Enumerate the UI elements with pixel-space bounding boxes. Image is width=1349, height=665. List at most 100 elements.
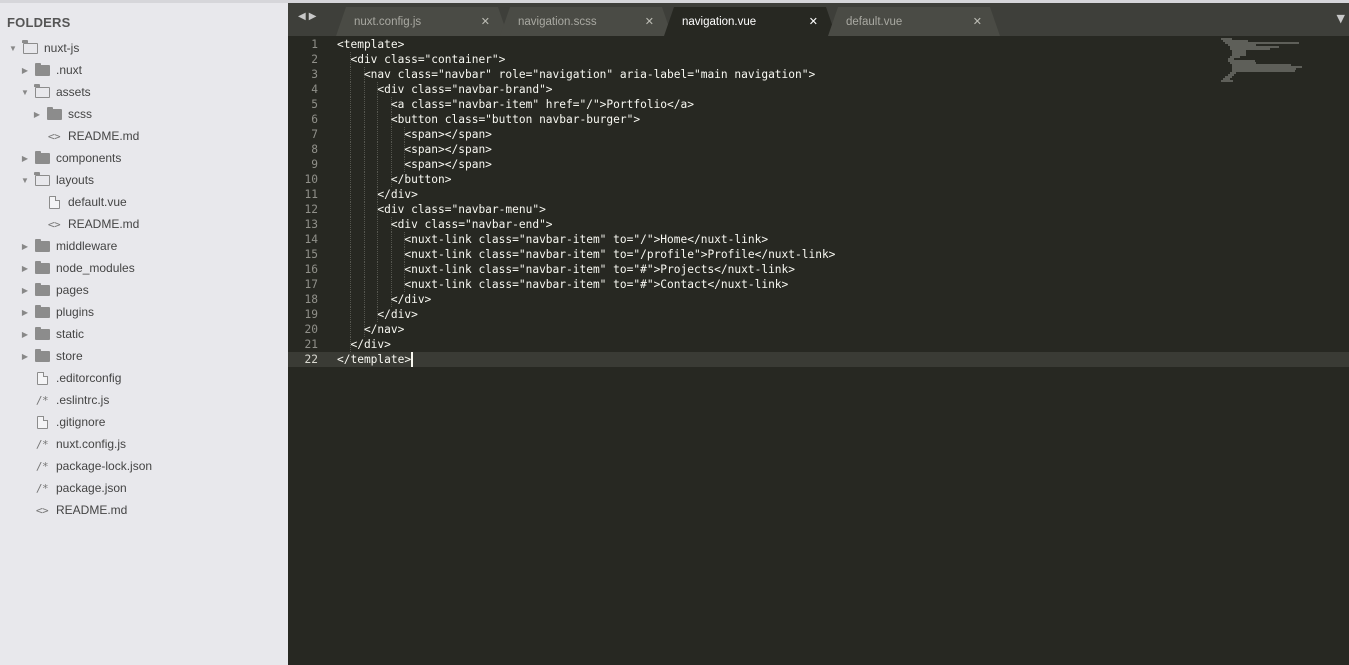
tab-navigation-scss[interactable]: navigation.scss ✕ (500, 7, 672, 36)
chevron-right-icon[interactable]: ▶ (20, 351, 30, 361)
tree-item-label: layouts (56, 173, 95, 187)
code-line[interactable]: 18 </div> (288, 292, 1218, 307)
tree-item[interactable]: ▶ node_modules (0, 257, 288, 279)
file-icon (34, 371, 50, 385)
tab-nav-arrows[interactable]: ◀▶ (298, 11, 319, 22)
code-line[interactable]: 9 <span></span> (288, 157, 1218, 172)
chevron-down-icon[interactable]: ▼ (20, 87, 30, 97)
code-text: <nuxt-link class="navbar-item" to="/prof… (337, 248, 836, 261)
code-line[interactable]: 13 <div class="navbar-end"> (288, 217, 1218, 232)
chevron-down-icon[interactable]: ▼ (8, 43, 18, 53)
line-number: 4 (311, 83, 318, 96)
code-line[interactable]: 12 <div class="navbar-menu"> (288, 202, 1218, 217)
code-text: <nuxt-link class="navbar-item" to="/">Ho… (337, 233, 769, 246)
tree-item[interactable]: ▼ nuxt-js (0, 37, 288, 59)
tab-nuxt-config-js[interactable]: nuxt.config.js ✕ (336, 7, 508, 36)
tree-item[interactable]: ▶ .nuxt (0, 59, 288, 81)
tab-dropdown-icon[interactable]: ▼ (1337, 12, 1345, 25)
code-line[interactable]: 3 <nav class="navbar" role="navigation" … (288, 67, 1218, 82)
chevron-right-icon[interactable]: ▶ (32, 109, 42, 119)
folder-icon (34, 260, 50, 275)
line-number: 17 (304, 278, 318, 291)
tree-item[interactable]: ▶ pages (0, 279, 288, 301)
code-line[interactable]: 21 </div> (288, 337, 1218, 352)
code-line[interactable]: 15 <nuxt-link class="navbar-item" to="/p… (288, 247, 1218, 262)
code-line[interactable]: 14 <nuxt-link class="navbar-item" to="/"… (288, 232, 1218, 247)
tab-navigation-vue[interactable]: navigation.vue ✕ (664, 7, 836, 36)
code-text: <nuxt-link class="navbar-item" to="#">Co… (337, 278, 789, 291)
tree-item-label: .editorconfig (56, 371, 122, 385)
tree-item[interactable]: ▶ scss (0, 103, 288, 125)
line-number: 12 (304, 203, 318, 216)
close-icon[interactable]: ✕ (973, 15, 982, 28)
chevron-down-icon[interactable]: ▼ (20, 175, 30, 185)
chevron-right-icon[interactable]: ▶ (20, 241, 30, 251)
tree-item[interactable]: .gitignore (0, 411, 288, 433)
tree-item[interactable]: ▼ assets (0, 81, 288, 103)
folder-icon (34, 150, 50, 165)
tree-item[interactable]: ▶ middleware (0, 235, 288, 257)
chevron-right-icon[interactable]: ▶ (20, 263, 30, 273)
close-icon[interactable]: ✕ (809, 15, 818, 28)
chevron-right-icon[interactable]: ▶ (20, 65, 30, 75)
code-line[interactable]: 20 </nav> (288, 322, 1218, 337)
tree-item[interactable]: /* nuxt.config.js (0, 433, 288, 455)
line-number: 11 (304, 188, 318, 201)
code-line[interactable]: 17 <nuxt-link class="navbar-item" to="#"… (288, 277, 1218, 292)
code-line[interactable]: 2 <div class="container"> (288, 52, 1218, 67)
arrow-right-icon[interactable]: ▶ (309, 11, 320, 22)
minimap[interactable] (1221, 38, 1303, 88)
tree-item[interactable]: <> README.md (0, 213, 288, 235)
chevron-right-icon[interactable]: ▶ (20, 285, 30, 295)
code-line[interactable]: 10 </button> (288, 172, 1218, 187)
code-text: <div class="navbar-brand"> (337, 83, 553, 96)
tree-item[interactable]: ▶ static (0, 323, 288, 345)
code-file-icon: <> (47, 129, 61, 143)
tree-item-label: .nuxt (56, 63, 83, 77)
tree-item[interactable]: ▶ components (0, 147, 288, 169)
folder-icon (34, 282, 50, 297)
tab-default-vue[interactable]: default.vue ✕ (828, 7, 1000, 36)
code-text: <button class="button navbar-burger"> (337, 113, 641, 126)
chevron-right-icon[interactable]: ▶ (20, 307, 30, 317)
code-text: </button> (337, 173, 452, 186)
code-line[interactable]: 16 <nuxt-link class="navbar-item" to="#"… (288, 262, 1218, 277)
tree-item-label: pages (56, 283, 89, 297)
code-text: </div> (337, 293, 432, 306)
close-icon[interactable]: ✕ (481, 15, 490, 28)
folder-icon (34, 304, 50, 319)
code-text: <span></span> (337, 128, 492, 141)
arrow-left-icon[interactable]: ◀ (298, 11, 309, 22)
tree-item[interactable]: default.vue (0, 191, 288, 213)
tree-item-label: README.md (56, 503, 128, 517)
tree-item[interactable]: ▶ plugins (0, 301, 288, 323)
tree-item[interactable]: .editorconfig (0, 367, 288, 389)
code-line[interactable]: 22 </template> (288, 352, 1349, 367)
chevron-right-icon[interactable]: ▶ (20, 329, 30, 339)
code-line[interactable]: 8 <span></span> (288, 142, 1218, 157)
tree-item[interactable]: /* package-lock.json (0, 455, 288, 477)
line-number: 15 (304, 248, 318, 261)
code-text: <template> (337, 38, 405, 51)
tree-item[interactable]: /* .eslintrc.js (0, 389, 288, 411)
code-line[interactable]: 11 </div> (288, 187, 1218, 202)
chevron-right-icon[interactable]: ▶ (20, 153, 30, 163)
tree-item[interactable]: /* package.json (0, 477, 288, 499)
close-icon[interactable]: ✕ (645, 15, 654, 28)
code-line[interactable]: 7 <span></span> (288, 127, 1218, 142)
code-area[interactable]: 1 <template> 2 <div class="container"> 3 <n… (288, 36, 1349, 665)
code-line[interactable]: 6 <button class="button navbar-burger"> (288, 112, 1218, 127)
code-line[interactable]: 1 <template> (288, 37, 1218, 52)
line-number: 20 (304, 323, 318, 336)
code-line[interactable]: 4 <div class="navbar-brand"> (288, 82, 1218, 97)
tree-item[interactable]: <> README.md (0, 499, 288, 521)
tree-item[interactable]: ▼ layouts (0, 169, 288, 191)
script-file-icon: /* (35, 393, 49, 407)
tree-item[interactable]: <> README.md (0, 125, 288, 147)
code-line[interactable]: 19 </div> (288, 307, 1218, 322)
code-line[interactable]: 5 <a class="navbar-item" href="/">Portfo… (288, 97, 1218, 112)
tree-item[interactable]: ▶ store (0, 345, 288, 367)
